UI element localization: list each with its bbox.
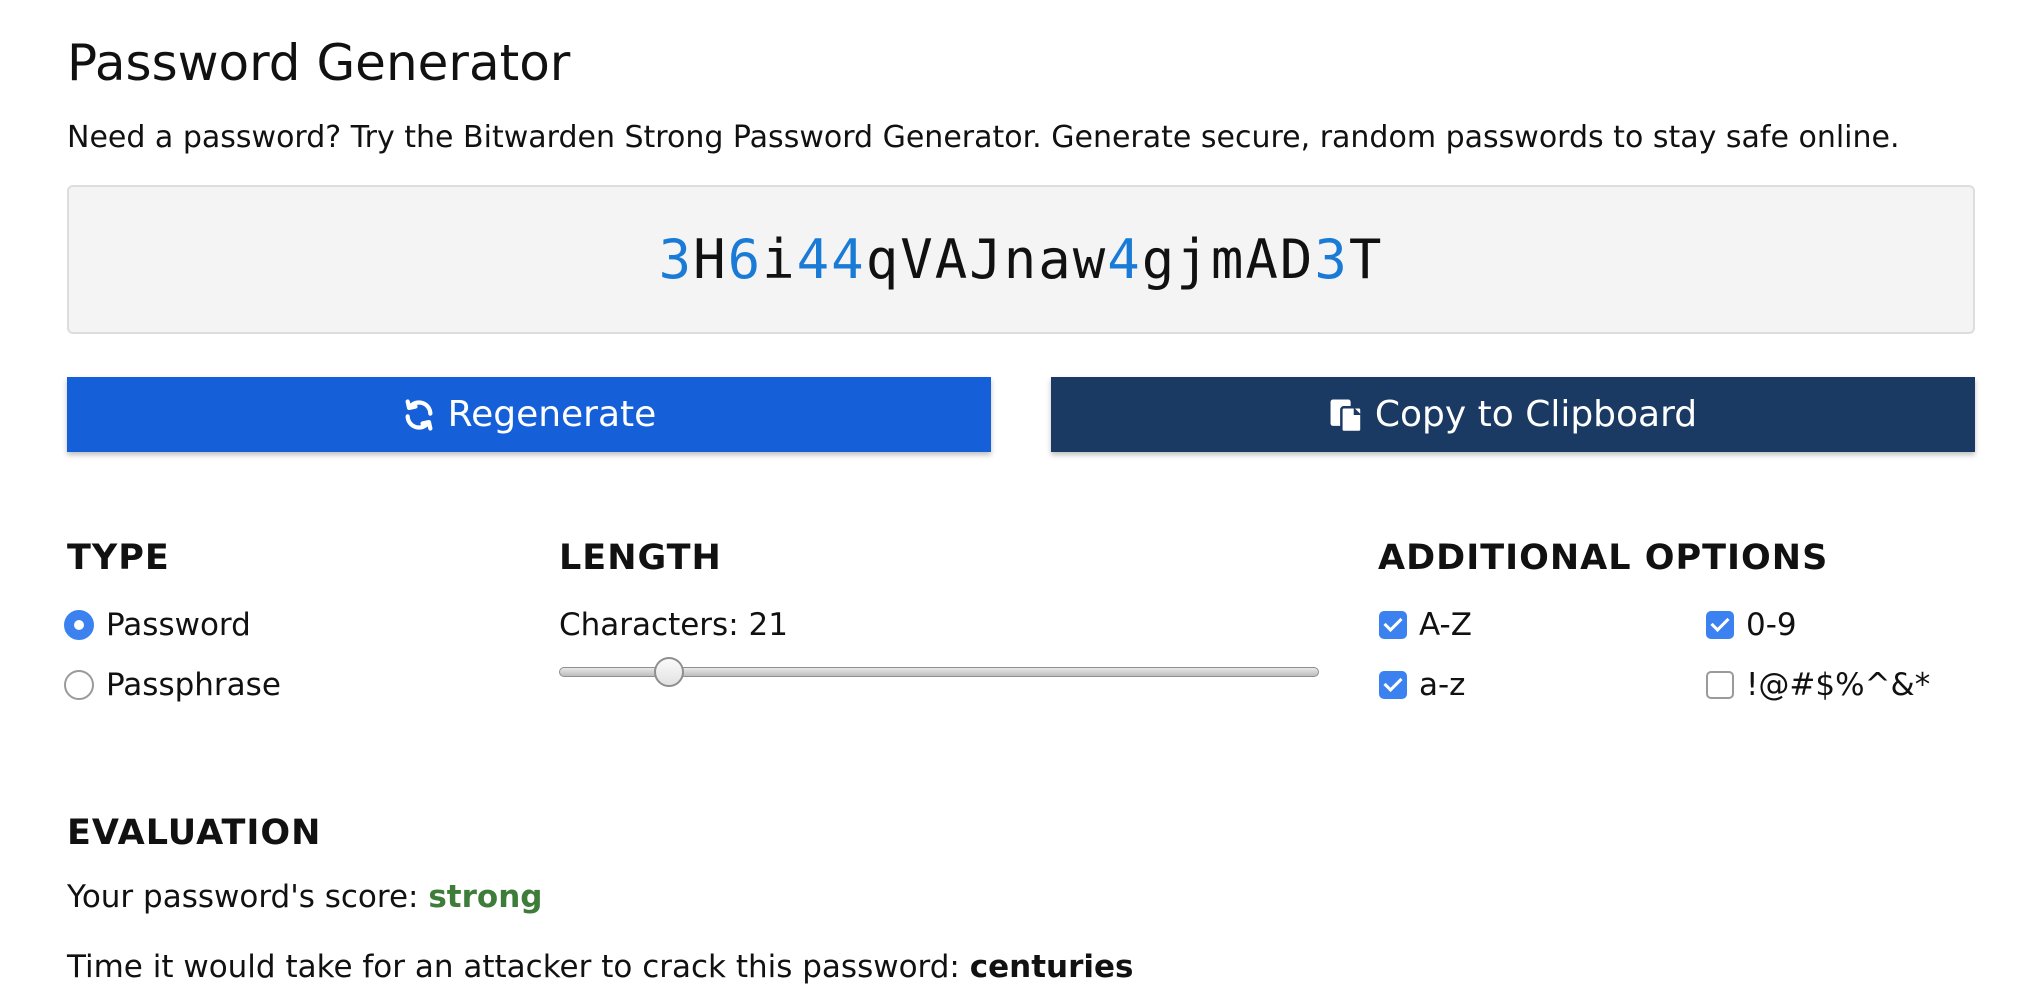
numbers-checkbox[interactable] <box>1706 611 1734 639</box>
regenerate-button[interactable]: Regenerate <box>67 377 991 452</box>
refresh-icon <box>402 398 436 432</box>
password-segment: i <box>762 228 797 291</box>
option-label: A-Z <box>1419 607 1472 643</box>
uppercase-checkbox[interactable] <box>1379 611 1407 639</box>
additional-options-heading: ADDITIONAL OPTIONS <box>1378 538 1829 578</box>
option-uppercase[interactable]: A-Z <box>1379 605 1472 645</box>
password-score: Your password's score: strong <box>67 877 542 917</box>
option-special[interactable]: !@#$%^&* <box>1706 665 1930 705</box>
copy-label: Copy to Clipboard <box>1374 394 1698 435</box>
option-label: a-z <box>1419 667 1466 703</box>
clipboard-icon <box>1329 396 1363 434</box>
evaluation-heading: EVALUATION <box>67 813 322 853</box>
copy-to-clipboard-button[interactable]: Copy to Clipboard <box>1051 377 1975 452</box>
length-heading: LENGTH <box>559 538 722 578</box>
password-radio[interactable] <box>64 610 94 640</box>
type-heading: TYPE <box>67 538 170 578</box>
type-option-password[interactable]: Password <box>64 605 251 645</box>
type-option-label: Passphrase <box>106 667 281 703</box>
page-title: Password Generator <box>67 34 571 92</box>
password-segment: H <box>693 228 728 291</box>
password-segment: 6 <box>727 228 763 291</box>
password-segment: qVAJnaw <box>865 228 1108 291</box>
page-subtitle: Need a password? Try the Bitwarden Stron… <box>67 120 1900 155</box>
password-generator-page: Password Generator Need a password? Try … <box>0 0 2032 991</box>
option-numbers[interactable]: 0-9 <box>1706 605 1797 645</box>
password-segment: gjmAD <box>1141 228 1315 291</box>
password-segment: 4 <box>1107 228 1142 291</box>
score-value: strong <box>428 879 543 915</box>
length-slider-thumb[interactable] <box>653 657 684 687</box>
type-option-passphrase[interactable]: Passphrase <box>64 665 281 705</box>
option-label: 0-9 <box>1746 607 1797 643</box>
crack-prefix: Time it would take for an attacker to cr… <box>67 949 970 985</box>
lowercase-checkbox[interactable] <box>1379 671 1407 699</box>
passphrase-radio[interactable] <box>64 670 94 700</box>
type-option-label: Password <box>106 607 251 643</box>
special-checkbox[interactable] <box>1706 671 1734 699</box>
crack-time: Time it would take for an attacker to cr… <box>67 947 1133 987</box>
password-segment: T <box>1348 228 1384 291</box>
password-display[interactable]: 3H6i44qVAJnaw4gjmAD3T <box>67 185 1975 334</box>
regenerate-label: Regenerate <box>447 394 657 435</box>
generated-password[interactable]: 3H6i44qVAJnaw4gjmAD3T <box>659 228 1384 291</box>
crack-value: centuries <box>969 949 1134 985</box>
password-segment: 3 <box>658 228 694 291</box>
password-segment: 3 <box>1314 228 1349 291</box>
option-lowercase[interactable]: a-z <box>1379 665 1465 705</box>
option-label: !@#$%^&* <box>1746 667 1931 703</box>
characters-count: Characters: 21 <box>559 607 788 643</box>
password-segment: 44 <box>796 228 866 291</box>
score-prefix: Your password's score: <box>67 879 429 915</box>
